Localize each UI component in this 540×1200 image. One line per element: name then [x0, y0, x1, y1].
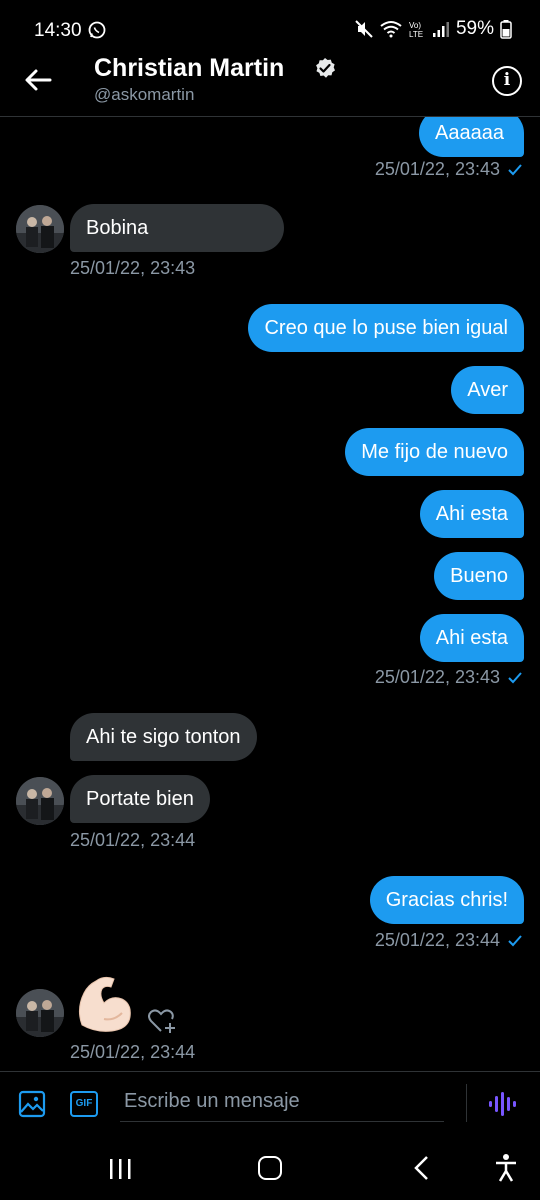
battery-icon [500, 20, 512, 39]
message-text: Aver [467, 379, 508, 401]
system-nav-bar [0, 1133, 540, 1200]
mute-icon [355, 20, 373, 38]
verified-badge-icon [316, 58, 335, 78]
outgoing-message[interactable]: Creo que lo puse bien igual [248, 304, 524, 352]
add-reaction-icon[interactable] [148, 1007, 178, 1035]
voice-message-icon[interactable] [488, 1092, 516, 1116]
sent-check-icon [508, 935, 522, 947]
sent-check-icon [508, 164, 522, 176]
contact-avatar[interactable] [16, 989, 64, 1037]
svg-text:LTE: LTE [409, 30, 423, 39]
volte-icon: Vo) LTE [409, 21, 423, 39]
message-text: Ahi esta [435, 627, 508, 649]
message-timestamp: 25/01/22, 23:44 [374, 930, 500, 950]
message-list[interactable]: Aaaaaa 25/01/22, 23:43 Bobina 25/01/22, … [0, 117, 540, 1071]
message-text: Ahi esta [435, 503, 508, 525]
message-text: Portate bien [86, 788, 194, 810]
message-text: Bobina [86, 217, 149, 239]
outgoing-message[interactable]: Ahi esta [419, 614, 524, 662]
message-text: Ahi te sigo tonton [86, 726, 241, 748]
composer-divider [466, 1084, 467, 1122]
message-input[interactable] [120, 1082, 444, 1122]
outgoing-message[interactable]: Aaaaaa [419, 117, 524, 157]
home-icon[interactable] [258, 1156, 282, 1180]
outgoing-message[interactable]: Gracias chris! [369, 876, 524, 924]
message-timestamp: 25/01/22, 23:44 [70, 1042, 196, 1062]
message-timestamp: 25/01/22, 23:44 [70, 830, 196, 850]
contact-avatar[interactable] [16, 205, 64, 253]
outgoing-message[interactable]: Ahi esta [419, 490, 524, 538]
battery-percent: 59% [455, 18, 494, 39]
incoming-message[interactable]: Ahi te sigo tonton [70, 713, 257, 761]
whatsapp-icon [88, 21, 106, 39]
outgoing-message[interactable]: Bueno [434, 552, 524, 600]
info-icon[interactable]: i [492, 66, 522, 96]
svg-text:Vo): Vo) [409, 21, 421, 30]
gif-icon[interactable]: GIF [70, 1091, 98, 1117]
signal-icon [432, 22, 449, 37]
message-timestamp: 25/01/22, 23:43 [374, 667, 500, 687]
flexed-biceps-emoji[interactable] [74, 975, 134, 1033]
message-composer: GIF [0, 1071, 540, 1133]
recent-apps-icon[interactable] [108, 1157, 132, 1181]
conversation-header: Christian Martin @askomartin i [0, 46, 540, 116]
message-text: Bueno [450, 565, 508, 587]
incoming-message[interactable]: Portate bien [70, 775, 210, 823]
image-icon[interactable] [18, 1090, 46, 1118]
accessibility-icon[interactable] [494, 1153, 518, 1183]
status-icons: Vo) LTE 59% [354, 18, 512, 40]
message-text: Me fijo de nuevo [361, 441, 508, 463]
status-time: 14:30 [34, 20, 82, 41]
message-timestamp: 25/01/22, 23:43 [374, 159, 500, 179]
outgoing-message[interactable]: Aver [451, 366, 524, 414]
message-timestamp: 25/01/22, 23:43 [70, 258, 196, 278]
incoming-message[interactable]: Bobina [70, 204, 284, 252]
wifi-icon [380, 21, 402, 38]
message-text: Creo que lo puse bien igual [264, 317, 508, 339]
back-arrow-icon[interactable] [22, 64, 54, 96]
sent-check-icon [508, 672, 522, 684]
outgoing-message[interactable]: Me fijo de nuevo [345, 428, 524, 476]
contact-handle: @askomartin [94, 85, 195, 104]
contact-name[interactable]: Christian Martin [94, 54, 284, 83]
message-text: Gracias chris! [385, 889, 508, 911]
contact-avatar[interactable] [16, 777, 64, 825]
nav-back-icon[interactable] [412, 1155, 432, 1181]
message-text: Aaaaaa [435, 122, 504, 144]
